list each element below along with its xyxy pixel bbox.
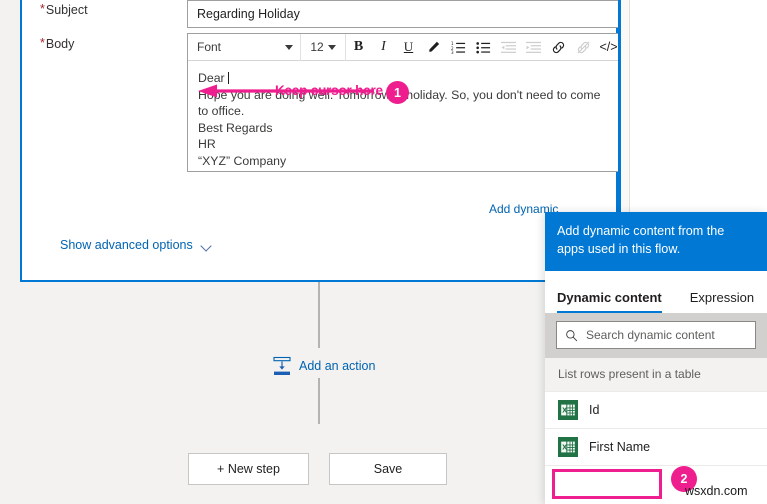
body-line-1-text: Dear: [198, 71, 225, 85]
underline-icon[interactable]: U: [396, 34, 421, 61]
tab-expression[interactable]: Expression: [690, 290, 754, 313]
screenshot-root: *Subject *Body Font 12: [0, 0, 767, 504]
body-text-content[interactable]: Dear Hope you are doing well. Tomorrow i…: [188, 61, 624, 169]
chevron-down-icon: [285, 44, 293, 50]
svg-text:X: X: [562, 444, 567, 452]
font-family-dropdown[interactable]: Font: [188, 34, 300, 61]
subject-field-label: *Subject: [40, 3, 88, 17]
annotation-callout-text: Keep cursor here: [275, 83, 383, 98]
body-line-3: Best Regards: [198, 120, 273, 135]
send-email-action-card: *Subject *Body Font 12: [20, 0, 625, 282]
increase-indent-icon[interactable]: [521, 34, 546, 61]
dynamic-content-item-label: Id: [589, 403, 600, 417]
subject-label-text: Subject: [45, 3, 88, 17]
font-size-value: 12: [310, 40, 324, 54]
dynamic-content-search-area: Search dynamic content: [545, 313, 767, 358]
bulleted-list-icon[interactable]: [471, 34, 496, 61]
search-input-placeholder: Search dynamic content: [586, 328, 715, 342]
add-an-action-button[interactable]: Add an action: [272, 356, 375, 376]
chevron-down-icon: [202, 242, 213, 249]
svg-text:X: X: [562, 407, 567, 415]
dynamic-content-group-header: List rows present in a table: [545, 358, 767, 392]
annotation-step-badge-1: 1: [386, 81, 409, 104]
bold-icon[interactable]: B: [346, 34, 371, 61]
watermark: wsxdn.com: [685, 484, 748, 498]
dynamic-content-tablist: Dynamic content Expression: [545, 271, 767, 313]
insert-link-icon[interactable]: [546, 34, 571, 61]
subject-input[interactable]: [187, 0, 625, 28]
font-size-dropdown[interactable]: 12: [301, 34, 345, 61]
dynamic-content-popover: Add dynamic content from the apps used i…: [545, 212, 767, 504]
excel-icon: X: [558, 437, 578, 457]
flow-connector-line: [318, 282, 320, 348]
body-label-text: Body: [45, 37, 75, 51]
new-step-button[interactable]: + New step: [188, 453, 309, 485]
numbered-list-icon[interactable]: 1 2 3: [446, 34, 471, 61]
add-an-action-label: Add an action: [299, 359, 376, 373]
text-cursor: [227, 72, 229, 84]
search-icon: [566, 329, 578, 341]
subject-required-asterisk: *: [40, 2, 45, 16]
italic-icon[interactable]: I: [371, 34, 396, 61]
flow-designer-canvas: *Subject *Body Font 12: [0, 0, 625, 504]
chevron-down-icon: [327, 44, 336, 50]
body-line-4: HR: [198, 137, 216, 151]
excel-icon: X: [558, 400, 578, 420]
body-rich-text-editor: Font 12 B I U 1 2 3 </> Dear Hope you ar…: [187, 33, 625, 172]
decrease-indent-icon[interactable]: [496, 34, 521, 61]
rte-toolbar: Font 12 B I U 1 2 3 </>: [188, 33, 624, 61]
flow-connector-line: [318, 378, 320, 424]
body-field-label: *Body: [40, 37, 74, 51]
font-family-value: Font: [197, 40, 222, 54]
show-advanced-options-label: Show advanced options: [60, 238, 193, 252]
body-required-asterisk: *: [40, 36, 45, 50]
dynamic-content-item-id[interactable]: X Id: [545, 392, 767, 429]
save-button[interactable]: Save: [329, 453, 447, 485]
text-color-icon[interactable]: [421, 34, 446, 61]
dynamic-content-item-first-name[interactable]: X First Name: [545, 429, 767, 466]
show-advanced-options-toggle[interactable]: Show advanced options: [60, 238, 213, 252]
svg-text:3: 3: [451, 50, 454, 55]
tab-dynamic-content[interactable]: Dynamic content: [557, 290, 662, 313]
dynamic-content-item-label: First Name: [589, 440, 651, 454]
body-line-5: “XYZ” Company: [198, 153, 287, 168]
dynamic-content-header: Add dynamic content from the apps used i…: [545, 212, 767, 271]
search-dynamic-content-box[interactable]: Search dynamic content: [556, 321, 756, 349]
remove-link-icon[interactable]: [571, 34, 596, 61]
add-action-icon: [273, 356, 291, 375]
